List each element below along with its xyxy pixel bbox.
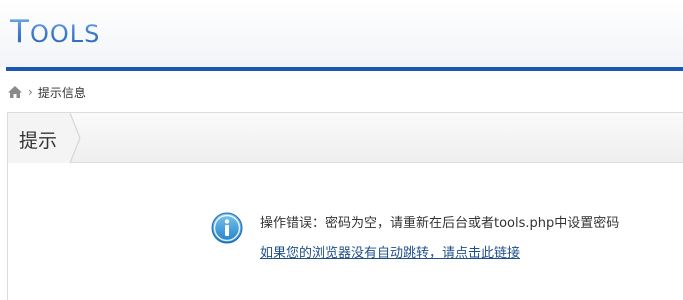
error-message: 操作错误：密码为空，请重新在后台或者tools.php中设置密码	[260, 216, 620, 231]
header-accent-bar	[6, 67, 683, 71]
panel-title: 提示	[19, 130, 58, 152]
home-icon[interactable]	[7, 85, 23, 99]
logo[interactable]: TOOLS	[10, 14, 100, 50]
message-panel: 提示	[7, 112, 683, 300]
logo-rest: OOLS	[29, 20, 101, 48]
redirect-link[interactable]: 如果您的浏览器没有自动跳转，请点击此链接	[260, 242, 520, 261]
logo-first-letter: T	[10, 14, 30, 50]
panel-header: 提示	[8, 113, 683, 163]
breadcrumb-current: 提示信息	[37, 85, 86, 100]
header: TOOLS	[0, 0, 683, 67]
breadcrumb-separator: ›	[28, 85, 33, 99]
breadcrumb: › 提示信息	[7, 82, 86, 102]
info-icon	[211, 212, 243, 244]
